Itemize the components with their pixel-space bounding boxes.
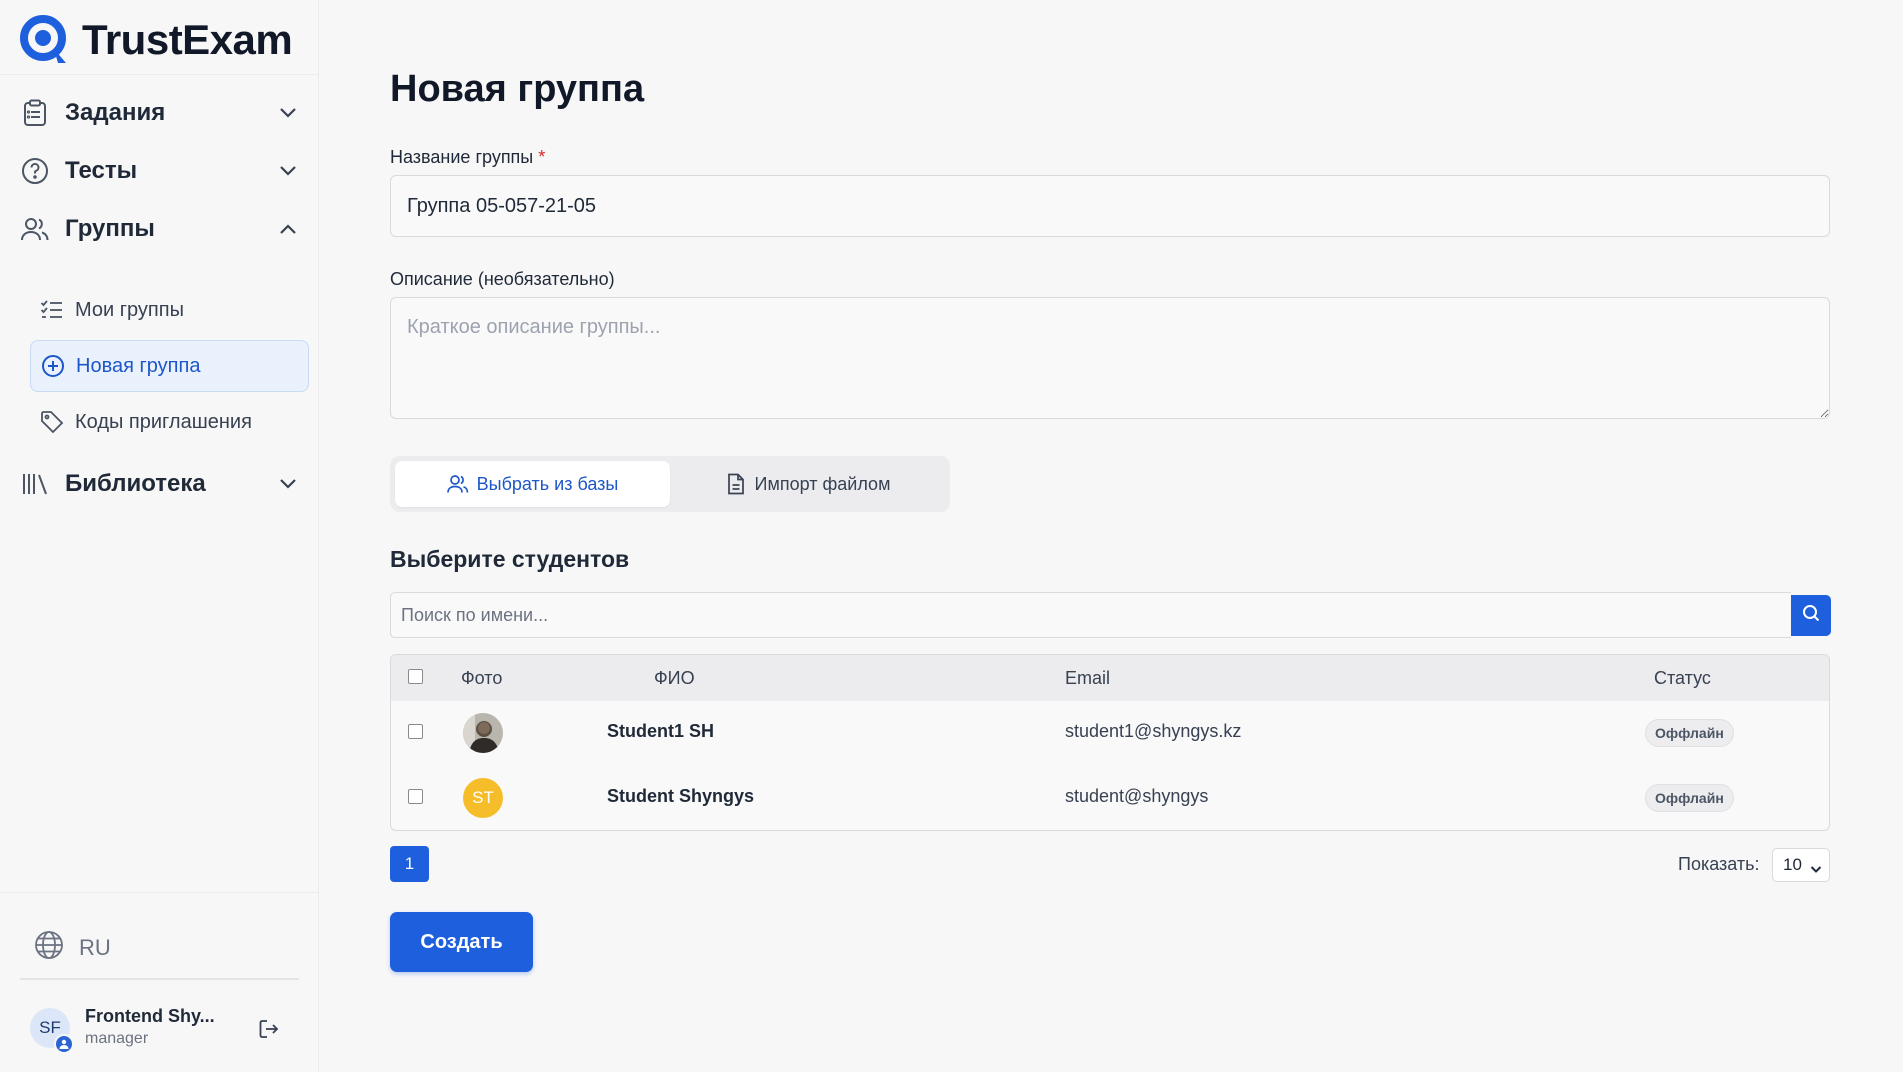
language-switcher[interactable]: RU (34, 930, 111, 965)
plus-circle-icon (41, 354, 65, 378)
student-name: Student1 SH (607, 721, 715, 741)
sidebar-item-label: Новая группа (76, 354, 201, 377)
select-all-checkbox[interactable] (408, 669, 423, 684)
create-button[interactable]: Создать (390, 912, 533, 972)
sidebar-item-label: Коды приглашения (75, 410, 252, 433)
required-mark: * (538, 147, 546, 167)
logo-text: TrustExam (82, 16, 293, 63)
group-name-input[interactable] (390, 175, 1830, 237)
student-photo (463, 713, 503, 753)
page-title: Новая группа (390, 68, 645, 110)
question-circle-icon (20, 156, 50, 186)
student-email: student@shyngys (1065, 786, 1209, 806)
description-label: Описание (необязательно) (390, 269, 615, 289)
chevron-down-icon (276, 101, 300, 125)
description-textarea[interactable] (390, 297, 1830, 419)
page-size-value: 10 (1783, 855, 1802, 874)
divider (0, 892, 319, 893)
logo[interactable]: TrustExam (18, 8, 293, 72)
chevron-down-icon (276, 159, 300, 183)
tab-label: Выбрать из базы (476, 473, 619, 494)
students-table: Фото ФИО Email Статус Student1 SH studen… (390, 654, 1830, 831)
table-row[interactable]: ST Student Shyngys student@shyngys Оффла… (391, 766, 1829, 830)
list-checks-icon (40, 298, 64, 322)
page-size-select[interactable]: 10 (1772, 848, 1830, 882)
sidebar-item-label: Тесты (65, 157, 138, 184)
row-checkbox[interactable] (408, 724, 423, 739)
clipboard-icon (20, 98, 50, 128)
user-name: Frontend Shy... (85, 1006, 215, 1026)
main-content: Новая группа Название группы * Описание … (319, 0, 1903, 1072)
library-icon (20, 469, 50, 499)
globe-icon (34, 930, 64, 965)
divider (0, 74, 319, 75)
sidebar-item-tasks[interactable]: Задания (20, 91, 300, 135)
file-icon (725, 473, 747, 495)
chevron-down-icon (1810, 859, 1822, 879)
group-name-label: Название группы * (390, 147, 545, 168)
user-role: manager (85, 1030, 149, 1047)
search-input[interactable] (390, 592, 1791, 638)
column-header-photo: Фото (461, 668, 503, 688)
table-row[interactable]: Student1 SH student1@shyngys.kz Оффлайн (391, 701, 1829, 765)
avatar: ST (463, 778, 503, 818)
tag-icon (40, 410, 64, 434)
sidebar-item-label: Группы (65, 215, 155, 242)
tab-label: Импорт файлом (754, 473, 891, 494)
column-header-name: ФИО (654, 668, 695, 688)
sidebar-item-my-groups[interactable]: Мои группы (30, 284, 309, 336)
status-badge: Оффлайн (1645, 784, 1734, 812)
sidebar-item-library[interactable]: Библиотека (20, 462, 300, 506)
sidebar: TrustExam Задания Тесты Группы Мои групп… (0, 0, 319, 1072)
divider (20, 978, 299, 980)
tab-select-from-database[interactable]: Выбрать из базы (395, 461, 670, 507)
source-tabs: Выбрать из базы Импорт файлом (390, 456, 950, 512)
status-badge: Оффлайн (1645, 719, 1734, 747)
student-email: student1@shyngys.kz (1065, 721, 1242, 741)
page-size-label: Показать: (1678, 854, 1760, 874)
sidebar-item-label: Мои группы (75, 298, 184, 321)
search-button[interactable] (1791, 595, 1831, 636)
student-name: Student Shyngys (607, 786, 755, 806)
column-header-status: Статус (1654, 668, 1711, 688)
user-badge-icon (54, 1034, 74, 1054)
section-title: Выберите студентов (390, 546, 630, 572)
sidebar-item-new-group[interactable]: Новая группа (30, 340, 309, 392)
sidebar-item-tests[interactable]: Тесты (20, 149, 300, 193)
logout-icon[interactable] (258, 1018, 280, 1040)
search-icon (1802, 604, 1820, 627)
sidebar-item-label: Задания (65, 99, 166, 126)
row-checkbox[interactable] (408, 789, 423, 804)
sidebar-item-label: Библиотека (65, 470, 206, 497)
logo-icon (18, 13, 72, 67)
table-header: Фото ФИО Email Статус (391, 655, 1829, 701)
user-profile[interactable]: SF Frontend Shy... manager (30, 1006, 290, 1056)
sidebar-item-invite-codes[interactable]: Коды приглашения (30, 396, 309, 448)
language-label: RU (79, 934, 111, 960)
tab-import-file[interactable]: Импорт файлом (670, 461, 945, 507)
users-icon (446, 473, 469, 495)
sidebar-item-groups[interactable]: Группы (20, 207, 300, 251)
chevron-up-icon (276, 217, 300, 241)
pagination-page-button[interactable]: 1 (390, 846, 429, 882)
users-icon (20, 214, 50, 244)
group-name-label-text: Название группы (390, 147, 534, 167)
chevron-down-icon (276, 472, 300, 496)
column-header-email: Email (1065, 668, 1111, 688)
